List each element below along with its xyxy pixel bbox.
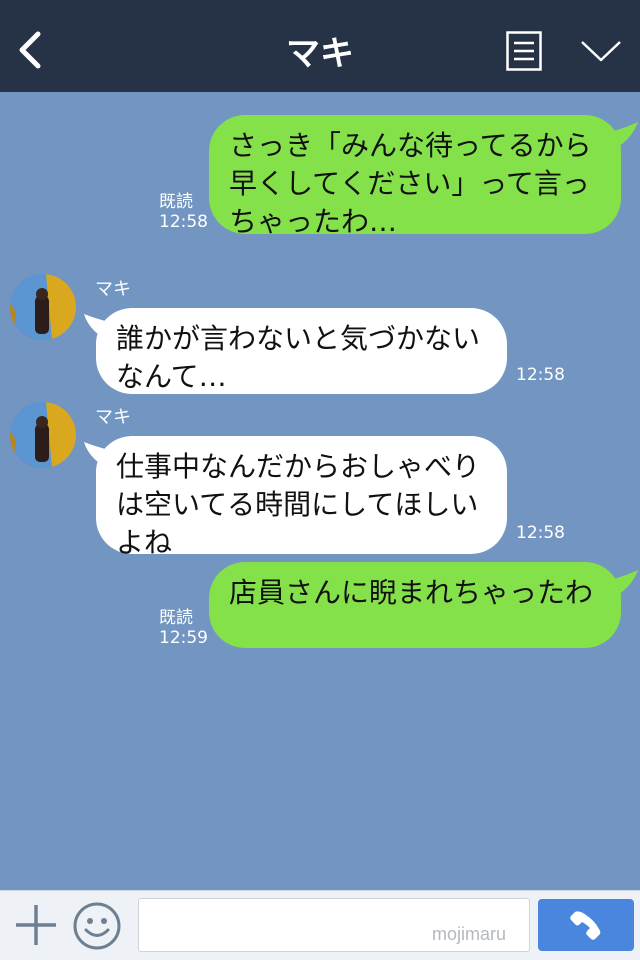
avatar-image bbox=[10, 402, 76, 468]
message-time: 12:58 bbox=[159, 212, 208, 232]
call-button[interactable] bbox=[538, 899, 634, 951]
their-message-bubble[interactable]: 仕事中なんだからおしゃべりは空いてる時間にしてほしいよね bbox=[96, 436, 507, 559]
phone-icon bbox=[570, 911, 601, 940]
message-meta: 既読 12:59 bbox=[159, 608, 208, 648]
message-text: 店員さんに睨まれちゃったわ bbox=[229, 576, 594, 609]
message-text: 誰かが言わないと気づかないなんて… bbox=[116, 322, 481, 393]
message-time: 12:58 bbox=[516, 523, 565, 543]
sender-name: マキ bbox=[95, 279, 131, 300]
avatar[interactable] bbox=[10, 402, 76, 468]
smiley-icon bbox=[73, 902, 121, 950]
input-bar: mojimaru bbox=[0, 890, 640, 960]
chat-area[interactable]: 既読 12:58 さっき「みんな待ってるから早くしてください」って言っちゃったわ… bbox=[0, 92, 640, 890]
plus-icon bbox=[16, 905, 56, 945]
avatar[interactable] bbox=[10, 274, 76, 340]
add-button[interactable] bbox=[14, 903, 58, 947]
their-message-bubble[interactable]: 誰かが言わないと気づかないなんて… bbox=[96, 308, 507, 394]
message-time: 12:59 bbox=[159, 628, 208, 648]
list-icon bbox=[506, 31, 542, 71]
sender-name: マキ bbox=[95, 407, 131, 428]
message-time: 12:58 bbox=[516, 365, 565, 385]
chevron-down-icon bbox=[581, 41, 621, 62]
my-message-bubble[interactable]: 店員さんに睨まれちゃったわ bbox=[209, 562, 621, 648]
chat-title: マキ bbox=[286, 34, 354, 74]
message-text: 仕事中なんだからおしゃべりは空いてる時間にしてほしいよね bbox=[116, 450, 481, 559]
avatar-image bbox=[10, 274, 76, 340]
read-receipt: 既読 bbox=[159, 608, 193, 628]
read-receipt: 既読 bbox=[159, 192, 193, 212]
menu-button[interactable] bbox=[506, 31, 542, 71]
message-text: さっき「みんな待ってるから早くしてください」って言っちゃったわ… bbox=[229, 129, 592, 238]
watermark-text: mojimaru bbox=[432, 924, 507, 944]
emoji-button[interactable] bbox=[72, 901, 122, 951]
collapse-button[interactable] bbox=[578, 36, 624, 66]
message-meta: 既読 12:58 bbox=[159, 192, 208, 232]
chat-header: マキ bbox=[0, 0, 640, 92]
my-message-bubble[interactable]: さっき「みんな待ってるから早くしてください」って言っちゃったわ… bbox=[209, 115, 621, 238]
